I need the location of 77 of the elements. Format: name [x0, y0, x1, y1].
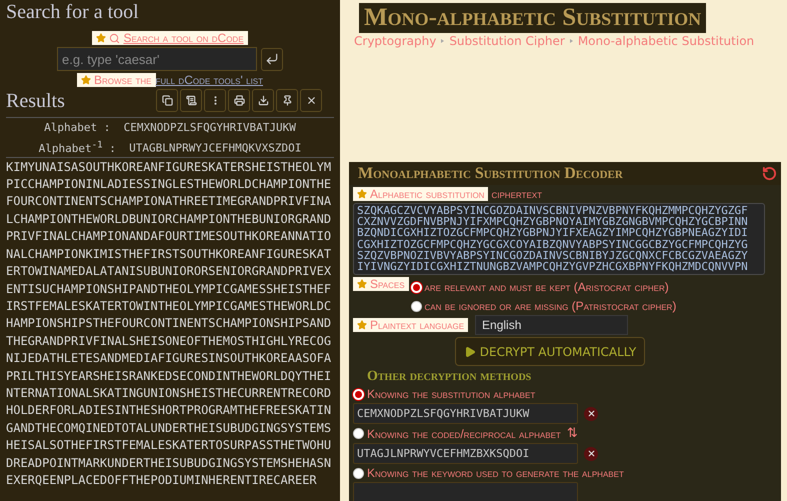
- plaintext-line: LCHAMPIONTHEWORLDBUNIORCHAMPIONTHEBUNIORGRAND: [6, 210, 332, 228]
- radio-label: are relevant and must be kept (Aristocrat cipher): [424, 280, 669, 294]
- other-methods-heading: Other decryption methods: [366, 369, 532, 385]
- radio-label: Knowing the keyword used to generate the alphabet: [367, 466, 624, 480]
- star-icon: [80, 75, 91, 85]
- ciphertext-label: Alphabetic substitution: [353, 187, 488, 201]
- scroll-icon: [186, 95, 196, 106]
- plaintext-line: NALCHAMPIONKIMISTHEFIRSTSOUTHKOREANFIGURESKAT: [6, 246, 332, 263]
- printer-button[interactable]: [228, 89, 250, 112]
- radio-button[interactable]: [353, 428, 364, 439]
- language-label: Plaintext language: [353, 318, 468, 332]
- alphabet-field[interactable]: [353, 482, 578, 501]
- plaintext-line: GANDTHECOMQINEDTOTALUNDERTHEISUBUDGINGSYSTEMS: [6, 420, 332, 437]
- results-heading: Results: [6, 90, 65, 112]
- plaintext-line: ERTOWINAMEDALATANISUBUNIORORSENIORGRANDPRIVEX: [6, 263, 332, 280]
- swap-symbol: ⇅: [566, 426, 578, 441]
- plaintext-line: KIMYUNAISASOUTHKOREANFIGURESKATERSHEISTHEOLYM: [6, 158, 332, 176]
- copy-button[interactable]: [156, 89, 178, 112]
- download-icon: [258, 95, 268, 106]
- ciphertext-label-suffix: ciphertext: [491, 187, 542, 201]
- language-select[interactable]: English: [475, 315, 628, 335]
- enter-icon: [265, 52, 279, 66]
- plaintext-line: PICCHAMPIONINLADIESSINGLESTHEWORLDCHAMPIONTHE: [6, 176, 332, 194]
- alphabet-line: Alphabet : CEMXNODPZLSFQGYHRIVBATJUKW: [43, 120, 297, 136]
- reset-icon[interactable]: [762, 166, 777, 181]
- copy-icon: [162, 95, 172, 106]
- plaintext-line: FOURCONTINENTSCHAMPIONATHREETIMEGRANDPRIVFINA: [6, 193, 332, 210]
- star-icon: [357, 320, 367, 330]
- search-field[interactable]: e.g. type 'caesar': [57, 47, 257, 71]
- radio-label: Knowing the substitution alphabet: [367, 387, 536, 401]
- radio-label: can be ignored or are missing (Patristocrat cipher): [424, 299, 676, 313]
- plaintext-line: ENTISUCHAMPIONSHIPANDTHEOLYMPICGAMESSHEISTHEF: [6, 280, 332, 298]
- clear-button[interactable]: [584, 446, 598, 460]
- vertical-dots-button[interactable]: [204, 89, 226, 112]
- breadcrumb-separator-icon: [570, 39, 573, 43]
- scroll-button[interactable]: [180, 89, 202, 112]
- clear-button[interactable]: [584, 406, 598, 420]
- browse-tools-link[interactable]: full dCode tools' list: [156, 73, 264, 87]
- plaintext-line: THEGRANDPRIVFINALSHEISONEOFTHEMOSTHIGHLYRECOG: [6, 332, 332, 350]
- star-icon: [357, 279, 367, 289]
- plaintext-line: NIJEDATHLETESANDMEDIAFIGURESINSOUTHKOREAASOFA: [6, 350, 332, 368]
- enter-button[interactable]: [261, 48, 283, 70]
- pin-button[interactable]: [276, 89, 298, 112]
- radio-label: Knowing the coded/reciprocal alphabet: [367, 426, 561, 440]
- browse-label: Browse the: [76, 73, 156, 87]
- search-icon: [109, 32, 120, 44]
- plaintext-line: HEISALSOTHEFIRSTFEMALESKATERTOSURPASSTHETWOHU: [6, 437, 332, 454]
- breadcrumb-separator-icon: [441, 39, 444, 43]
- decoder-title: Monoalphabetic Substitution Decoder: [358, 164, 623, 182]
- ciphertext-field[interactable]: SZQKAGCZVCVYABPSYINCGOZDAINVSCBNIVPNZVBPNYFKQHZMMPCQHZYGZGF CXZNVVZGDFNVBPNJYIFXMPCQHZYGBPNOYAIMYGBZGNGBVMPCQHZYGCBPINN BZQNDICGXHIZTOZGCFMPCQHZYGBPNJYIFXEAGZYIMPCQHZYGBPNEAGZYIDI CGXHIZTOZGCFMPCQHZYGCGXCOYAIBZQNVYABPSYINCGGCBZYGCFMPCQHZYG SZQZVBPNOZIVBVYABPSYINCGOZDAINVSCBNIBYJZGCQNXCFCBCGZVAEAGZY IYIVNGZYIDICGXHIZTNUNGBZVAMPCQHZYGVPZHCGXBPNYFKQHZMDCQNVVPN: [353, 203, 765, 275]
- close-button[interactable]: [300, 89, 322, 112]
- page-title: Mono-alphabetic Substitution: [359, 3, 706, 33]
- alphabet-field[interactable]: CEMXNODPZLSFQGYHRIVBATJUKW: [353, 403, 578, 424]
- star-icon: [357, 189, 367, 199]
- star-icon: [96, 33, 106, 43]
- spaces-label: Spaces: [353, 277, 409, 291]
- plaintext-line: PRILTHISYEARSHEISRANKEDSECONDINTHEWORLDQYTHEI: [6, 368, 332, 385]
- printer-icon: [234, 95, 244, 106]
- close-icon: [586, 449, 596, 458]
- plaintext-line: PRIVFINALCHAMPIONANDAFOURTIMESOUTHKOREANNATIO: [6, 228, 332, 246]
- alphabet-field[interactable]: UTAGJLNPRWYVCEFHMZBXKSQDOI: [353, 443, 578, 464]
- search-heading: Search for a tool: [6, 1, 140, 23]
- play-icon: [464, 346, 476, 358]
- download-button[interactable]: [252, 89, 274, 112]
- plaintext-line: DREADPOINTMARKUNDERTHEISUBUDGINGSYSTEMSHEHASN: [6, 454, 332, 472]
- radio-button[interactable]: [410, 300, 422, 312]
- pin-icon: [282, 95, 292, 106]
- plaintext-line: HAMPIONSHIPSTHEFOURCONTINENTSCHAMPIONSHIPSAND: [6, 315, 332, 332]
- close-icon: [586, 409, 596, 418]
- plaintext-line: HOLDERFORLADIESINTHESHORTPROGRAMTHEFREESKATIN: [6, 402, 332, 420]
- plaintext-line: NTERNATIONALSKATINGUNIONSHEISTHECURRENTRECORD: [6, 384, 332, 402]
- plaintext-line: IRSTFEMALESKATERTOWINTHEOLYMPICGAMESTHEWORLDC: [6, 298, 332, 315]
- inverse-alphabet-line: Alphabet$^{-1}$ : UTAGBLNPRWYJCEFHMQKVXSZDOI: [38, 138, 302, 157]
- radio-button[interactable]: [353, 468, 364, 478]
- decrypt-button[interactable]: DECRYPT AUTOMATICALLY: [454, 337, 646, 366]
- close-icon: [306, 95, 316, 106]
- plaintext-line: EXERQEENPLACEDOFFTHEPODIUMINHERENTIRECAREER: [6, 472, 318, 489]
